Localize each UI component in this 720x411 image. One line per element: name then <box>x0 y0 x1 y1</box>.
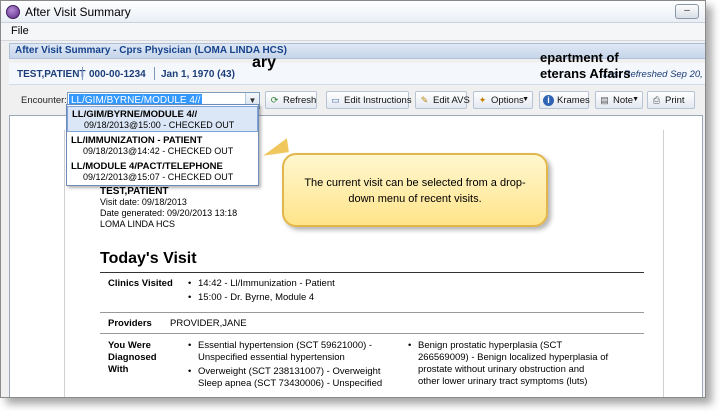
bullet: • <box>408 340 412 351</box>
panel-header-title: After Visit Summary - Cprs Physician (LO… <box>15 45 287 56</box>
pencil-icon: ✎ <box>420 95 429 105</box>
edit-avs-button[interactable]: ✎ Edit AVS <box>415 91 470 109</box>
wand-icon: ✦ <box>478 95 487 105</box>
row-divider <box>100 333 644 334</box>
diagnosis-line: Essential hypertension (SCT 59621000) - <box>198 340 373 351</box>
encounter-option[interactable]: LL/GIM/BYRNE/MODULE 4// 09/18/2013@15:00… <box>67 106 258 132</box>
encounter-option[interactable]: LL/IMMUNIZATION - PATIENT 09/18/2013@14:… <box>67 133 258 159</box>
refresh-icon: ⟳ <box>270 95 279 105</box>
department-line: eterans Affairs <box>540 66 631 81</box>
title-bar: After Visit Summary – <box>1 1 705 23</box>
providers-value: PROVIDER,JANE <box>170 318 247 329</box>
diagnosis-line: other lower urinary tract symptoms (luts… <box>418 376 588 387</box>
callout-text: The current visit can be selected from a… <box>304 177 526 205</box>
patient-dob: Jan 1, 1970 (43) <box>161 69 235 80</box>
clinic-item: 15:00 - Dr. Byrne, Module 4 <box>198 292 315 303</box>
providers-label: Providers <box>108 318 152 329</box>
bullet: • <box>188 292 192 303</box>
menu-file[interactable]: File <box>11 25 29 37</box>
app-logo-icon <box>6 5 20 19</box>
facility: LOMA LINDA HCS <box>100 219 176 229</box>
minimize-button[interactable]: – <box>675 4 699 19</box>
department-line: epartment of <box>540 50 619 65</box>
row-divider <box>100 312 644 313</box>
diagnosis-line: prostate without urinary obstruction and <box>418 364 585 375</box>
info-icon: i <box>543 95 554 106</box>
diagnosis-line: 266569009) - Benign localized hyperplasi… <box>418 352 609 363</box>
separator <box>82 67 83 80</box>
patient-ssn: 000-00-1234 <box>89 69 146 80</box>
document-title: ary <box>252 54 277 71</box>
doc-patient-name: TEST,PATIENT <box>100 186 169 197</box>
encounter-dropdown-list[interactable]: LL/GIM/BYRNE/MODULE 4// 09/18/2013@15:00… <box>66 104 259 186</box>
patient-info-block: TEST,PATIENT Visit date: 09/18/2013 Date… <box>100 186 237 230</box>
speech-bubble-icon: ▭ <box>331 95 340 105</box>
department-header: epartment of eterans Affairs <box>540 50 690 82</box>
encounter-option[interactable]: LL/MODULE 4/PACT/TELEPHONE 09/12/2013@15… <box>67 159 258 185</box>
clinic-item: 14:42 - Ll/Immunization - Patient <box>198 278 335 289</box>
edit-instructions-button[interactable]: ▭ Edit Instructions <box>326 91 412 109</box>
options-button[interactable]: ✦ Options ▼ <box>473 91 533 109</box>
clinics-label: Clinics Visited <box>108 278 173 289</box>
note-icon: ▤ <box>600 95 609 105</box>
diagnosed-label: You Were Diagnosed With <box>108 340 157 375</box>
patient-name: TEST,PATIENT <box>17 69 86 80</box>
note-button[interactable]: ▤ Note ▼ <box>595 91 643 109</box>
visit-date: Visit date: 09/18/2013 <box>100 197 187 207</box>
separator <box>154 67 155 80</box>
bullet: • <box>188 340 192 351</box>
diagnosis-line: Unspecified essential hypertension <box>198 352 345 363</box>
section-title: Today's Visit <box>100 250 197 267</box>
date-generated: Date generated: 09/20/2013 13:18 <box>100 208 238 218</box>
bullet: • <box>188 278 192 289</box>
callout-annotation: The current visit can be selected from a… <box>282 153 548 227</box>
print-button[interactable]: ⎙ Print <box>647 91 695 109</box>
refresh-button[interactable]: ⟳ Refresh <box>265 91 317 109</box>
chevron-down-icon: ▼ <box>632 96 639 103</box>
bullet: • <box>188 366 192 377</box>
encounter-label: Encounter: <box>21 95 67 106</box>
section-rule <box>100 272 644 273</box>
menu-bar: File <box>1 23 705 41</box>
krames-button[interactable]: i Krames <box>539 91 590 109</box>
window-title: After Visit Summary <box>25 5 131 19</box>
printer-icon: ⎙ <box>652 95 661 105</box>
diagnosis-line: Benign prostatic hyperplasia (SCT <box>418 340 563 351</box>
diagnosis-line: Overweight (SCT 238131007) - Overweight <box>198 366 381 377</box>
chevron-down-icon: ▼ <box>522 96 529 103</box>
diagnosis-line: Sleep apnea (SCT 73430006) - Unspecified <box>198 378 383 388</box>
